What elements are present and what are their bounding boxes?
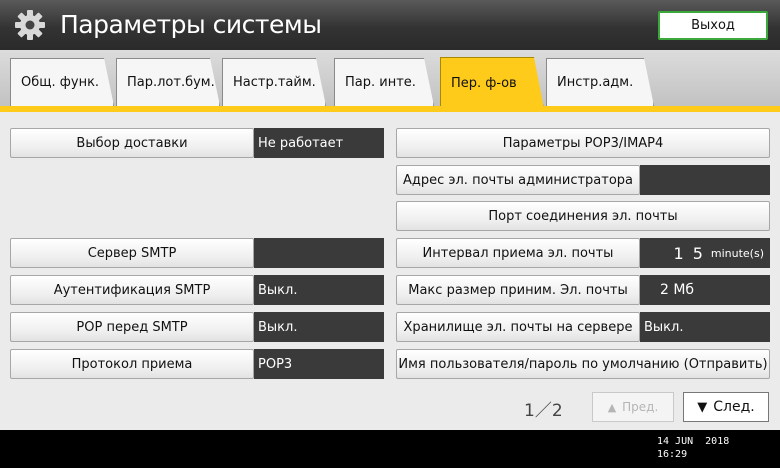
tab-label: Настр.тайм. [233, 75, 316, 90]
tab-label: Инстр.адм. [557, 75, 634, 90]
delivery-option-value: Не работает [254, 128, 384, 158]
title-bar: Параметры системы Выход [0, 0, 780, 50]
max-reception-size-value: 2 Мб [640, 275, 770, 305]
clock-time: 16:29 [657, 449, 688, 460]
smtp-auth-value: Выкл. [254, 275, 384, 305]
gear-icon [15, 10, 45, 40]
admin-email-address-value [640, 165, 770, 195]
exit-button[interactable]: Выход [658, 11, 768, 40]
smtp-auth-button[interactable]: Аутентификация SMTP [10, 275, 254, 305]
tab-general-features[interactable]: Общ. функ. [10, 58, 114, 106]
tab-file-transfer[interactable]: Пер. ф-ов [440, 57, 544, 109]
triangle-down-icon: ▼ [697, 399, 708, 415]
tab-label: Пар. инте. [345, 75, 416, 90]
tab-label: Пер. ф-ов [451, 76, 517, 91]
default-user-password-button[interactable]: Имя пользователя/пароль по умолчанию (От… [396, 349, 770, 379]
email-communication-port-button[interactable]: Порт соединения эл. почты [396, 201, 770, 231]
page-title: Параметры системы [60, 10, 322, 39]
pop3-imap4-settings-button[interactable]: Параметры POP3/IMAP4 [396, 128, 770, 158]
page-indicator: 1／2 [524, 401, 563, 421]
tab-tray-paper[interactable]: Пар.лот.бум. [116, 58, 220, 106]
reception-protocol-button[interactable]: Протокол приема [10, 349, 254, 379]
tab-timer-settings[interactable]: Настр.тайм. [222, 58, 326, 106]
tab-interface-settings[interactable]: Пар. инте. [334, 58, 434, 106]
clock: 14 JUN 2018 16:29 [657, 435, 729, 461]
pop-before-smtp-button[interactable]: POP перед SMTP [10, 312, 254, 342]
previous-label: Пред. [622, 400, 659, 414]
triangle-up-icon: ▲ [607, 400, 617, 414]
max-reception-size-button[interactable]: Макс размер приним. Эл. почты [396, 275, 640, 305]
email-storage-server-value: Выкл. [640, 312, 770, 342]
pop-before-smtp-value: Выкл. [254, 312, 384, 342]
interval-number: 1 5 [673, 243, 705, 263]
email-storage-server-button[interactable]: Хранилище эл. почты на сервере [396, 312, 640, 342]
previous-page-button[interactable]: ▲ Пред. [592, 392, 674, 422]
next-page-button[interactable]: ▼ След. [683, 392, 769, 422]
next-label: След. [713, 399, 755, 415]
clock-date: 14 JUN 2018 [657, 436, 730, 447]
smtp-server-value [254, 238, 384, 268]
email-reception-interval-value: 1 5 minute(s) [640, 238, 770, 268]
interval-unit: minute(s) [710, 246, 764, 260]
tab-admin-tools[interactable]: Инстр.адм. [546, 58, 654, 106]
settings-panel [0, 112, 780, 430]
smtp-server-button[interactable]: Сервер SMTP [10, 238, 254, 268]
delivery-option-button[interactable]: Выбор доставки [10, 128, 254, 158]
tab-label: Общ. функ. [21, 75, 100, 90]
tab-label: Пар.лот.бум. [127, 75, 215, 90]
reception-protocol-value: POP3 [254, 349, 384, 379]
admin-email-address-button[interactable]: Адрес эл. почты администратора [396, 165, 640, 195]
email-reception-interval-button[interactable]: Интервал приема эл. почты [396, 238, 640, 268]
